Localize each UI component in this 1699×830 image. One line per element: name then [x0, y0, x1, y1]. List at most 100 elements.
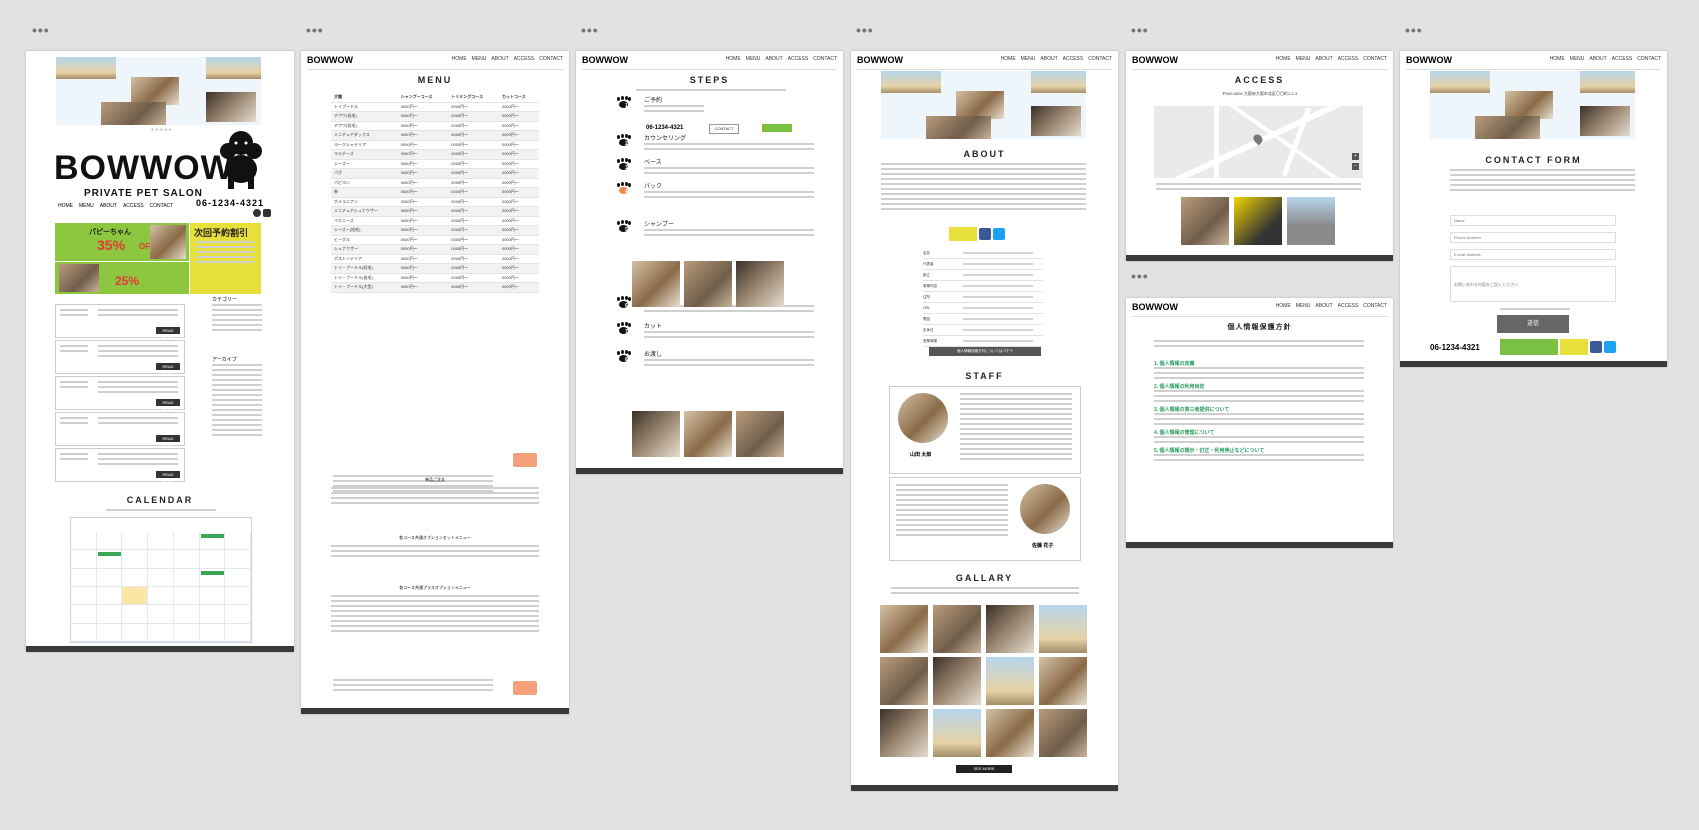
gallery-photo[interactable] — [1039, 605, 1087, 653]
nav-contact[interactable]: CONTACT — [1363, 303, 1387, 309]
gallery-photo[interactable] — [933, 605, 981, 653]
promo-banner-reserve[interactable]: 次回予約割引 — [190, 223, 261, 294]
board-privacy[interactable]: BOWWOW HOME MENU ABOUT ACCESS CONTACT 個人… — [1126, 298, 1393, 548]
read-more-button[interactable]: READ MORE — [156, 327, 180, 340]
calendar-day-cell[interactable] — [71, 550, 97, 569]
nav-about[interactable]: ABOUT — [1315, 303, 1332, 309]
gallery-photo[interactable] — [1039, 657, 1087, 705]
calendar-day-cell[interactable] — [96, 587, 123, 606]
nav-home[interactable]: HOME — [1276, 303, 1291, 309]
calendar-day-cell[interactable] — [96, 568, 123, 587]
send-button[interactable]: 送信 — [1497, 315, 1569, 333]
calendar-day-cell[interactable] — [122, 623, 149, 642]
board-steps[interactable]: BOWWOW HOME MENU ABOUT ACCESS CONTACT ST… — [576, 51, 843, 474]
calendar-day-cell[interactable] — [199, 605, 226, 624]
calendar-day-cell[interactable] — [122, 605, 149, 624]
gallery-photo[interactable] — [986, 657, 1034, 705]
nav-menu[interactable]: MENU — [1296, 56, 1311, 62]
calendar-day-cell[interactable] — [96, 532, 123, 551]
calendar-widget[interactable] — [70, 517, 252, 643]
calendar-day-cell[interactable] — [225, 605, 251, 624]
calendar-day-cell[interactable] — [225, 532, 251, 551]
nav-menu[interactable]: MENU — [746, 56, 761, 62]
read-more-button[interactable]: READ MORE — [156, 399, 180, 412]
gallery-photo[interactable] — [1039, 709, 1087, 757]
nav-about[interactable]: ABOUT — [765, 56, 782, 62]
header-logo[interactable]: BOWWOW — [582, 55, 628, 65]
calendar-event[interactable] — [200, 534, 225, 538]
home-phone[interactable]: 06-1234-4321 — [196, 198, 264, 208]
calendar-day-cell[interactable] — [148, 587, 174, 606]
header-logo[interactable]: BOWWOW — [307, 55, 353, 65]
calendar-event[interactable] — [200, 570, 225, 575]
promo-banner-puppy[interactable]: パピーちゃん 35% OFF — [55, 223, 189, 261]
board-about[interactable]: BOWWOW HOME MENU ABOUT ACCESS CONTACT AB… — [851, 51, 1118, 791]
nav-home[interactable]: HOME — [1276, 56, 1291, 62]
read-more-button[interactable]: READ MORE — [156, 471, 180, 484]
news-item[interactable]: READ MORE — [55, 340, 185, 376]
nav-about[interactable]: ABOUT — [100, 203, 117, 209]
calendar-day-cell[interactable] — [122, 532, 149, 551]
line-banner[interactable] — [1560, 339, 1588, 355]
calendar-day-cell[interactable] — [148, 623, 174, 642]
nav-access[interactable]: ACCESS — [514, 56, 535, 62]
nav-about[interactable]: ABOUT — [1040, 56, 1057, 62]
calendar-day-cell[interactable] — [122, 568, 149, 587]
gallery-photo[interactable] — [933, 657, 981, 705]
gallery-photo[interactable] — [880, 605, 928, 653]
nav-contact[interactable]: CONTACT — [150, 203, 174, 209]
gallery-photo[interactable] — [986, 709, 1034, 757]
promo-banner-adult[interactable]: 25% — [55, 262, 189, 294]
read-more-button[interactable]: READ MORE — [156, 363, 180, 376]
calendar-day-cell[interactable] — [225, 550, 251, 569]
line-banner[interactable] — [949, 227, 977, 241]
news-item[interactable]: READ MORE — [55, 376, 185, 412]
calendar-day-cell[interactable] — [71, 605, 97, 624]
calendar-day-cell[interactable] — [173, 532, 200, 551]
phone-input[interactable] — [1450, 232, 1616, 243]
nav-contact[interactable]: CONTACT — [1088, 56, 1112, 62]
see-more-button[interactable]: SEE MORE — [956, 765, 1012, 773]
facebook-icon[interactable] — [1590, 341, 1602, 353]
news-item[interactable]: READ MORE — [55, 412, 185, 448]
calendar-day-cell[interactable] — [148, 605, 174, 624]
facebook-icon[interactable] — [979, 228, 991, 240]
calendar-day-cell[interactable] — [173, 623, 200, 642]
read-more-button[interactable]: READ MORE — [156, 435, 180, 448]
nav-menu[interactable]: MENU — [1021, 56, 1036, 62]
header-logo[interactable]: BOWWOW — [857, 55, 903, 65]
board-home[interactable]: ● ● ● ● ● BOWWOW PRIVATE PET SALON HOME … — [26, 51, 294, 652]
twitter-icon[interactable] — [993, 228, 1005, 240]
calendar-day-cell[interactable] — [225, 587, 251, 606]
steps-phone[interactable]: 06-1234-4321 — [646, 125, 683, 131]
nav-about[interactable]: ABOUT — [491, 56, 508, 62]
sidebar-category-list[interactable] — [212, 304, 262, 334]
nav-contact[interactable]: CONTACT — [1363, 56, 1387, 62]
calendar-day-cell[interactable] — [225, 568, 251, 587]
calendar-day-cell[interactable] — [71, 568, 97, 587]
calendar-event[interactable] — [97, 552, 122, 557]
nav-menu[interactable]: MENU — [1570, 56, 1585, 62]
calendar-day-cell[interactable] — [173, 605, 200, 624]
nav-access[interactable]: ACCESS — [788, 56, 809, 62]
nav-contact[interactable]: CONTACT — [1637, 56, 1661, 62]
calendar-day-cell[interactable] — [173, 550, 200, 569]
zoom-in-icon[interactable]: + — [1352, 153, 1359, 160]
nav-access[interactable]: ACCESS — [1338, 303, 1359, 309]
nav-home[interactable]: HOME — [726, 56, 741, 62]
gallery-photo[interactable] — [880, 657, 928, 705]
board-menu[interactable]: BOWWOW HOME MENU ABOUT ACCESS CONTACT ME… — [301, 51, 569, 714]
nav-home[interactable]: HOME — [58, 203, 73, 209]
calendar-day-cell[interactable] — [71, 532, 97, 551]
header-logo[interactable]: BOWWOW — [1132, 55, 1178, 65]
nav-about[interactable]: ABOUT — [1589, 56, 1606, 62]
calendar-day-cell[interactable] — [173, 568, 200, 587]
header-logo[interactable]: BOWWOW — [1132, 302, 1178, 312]
web-reserve-button[interactable] — [762, 124, 792, 132]
line-contact-badge[interactable] — [513, 681, 537, 695]
twitter-icon[interactable] — [1604, 341, 1616, 353]
header-logo[interactable]: BOWWOW — [1406, 55, 1452, 65]
nav-home[interactable]: HOME — [1001, 56, 1016, 62]
calendar-day-cell[interactable] — [96, 605, 123, 624]
nav-home[interactable]: HOME — [1550, 56, 1565, 62]
